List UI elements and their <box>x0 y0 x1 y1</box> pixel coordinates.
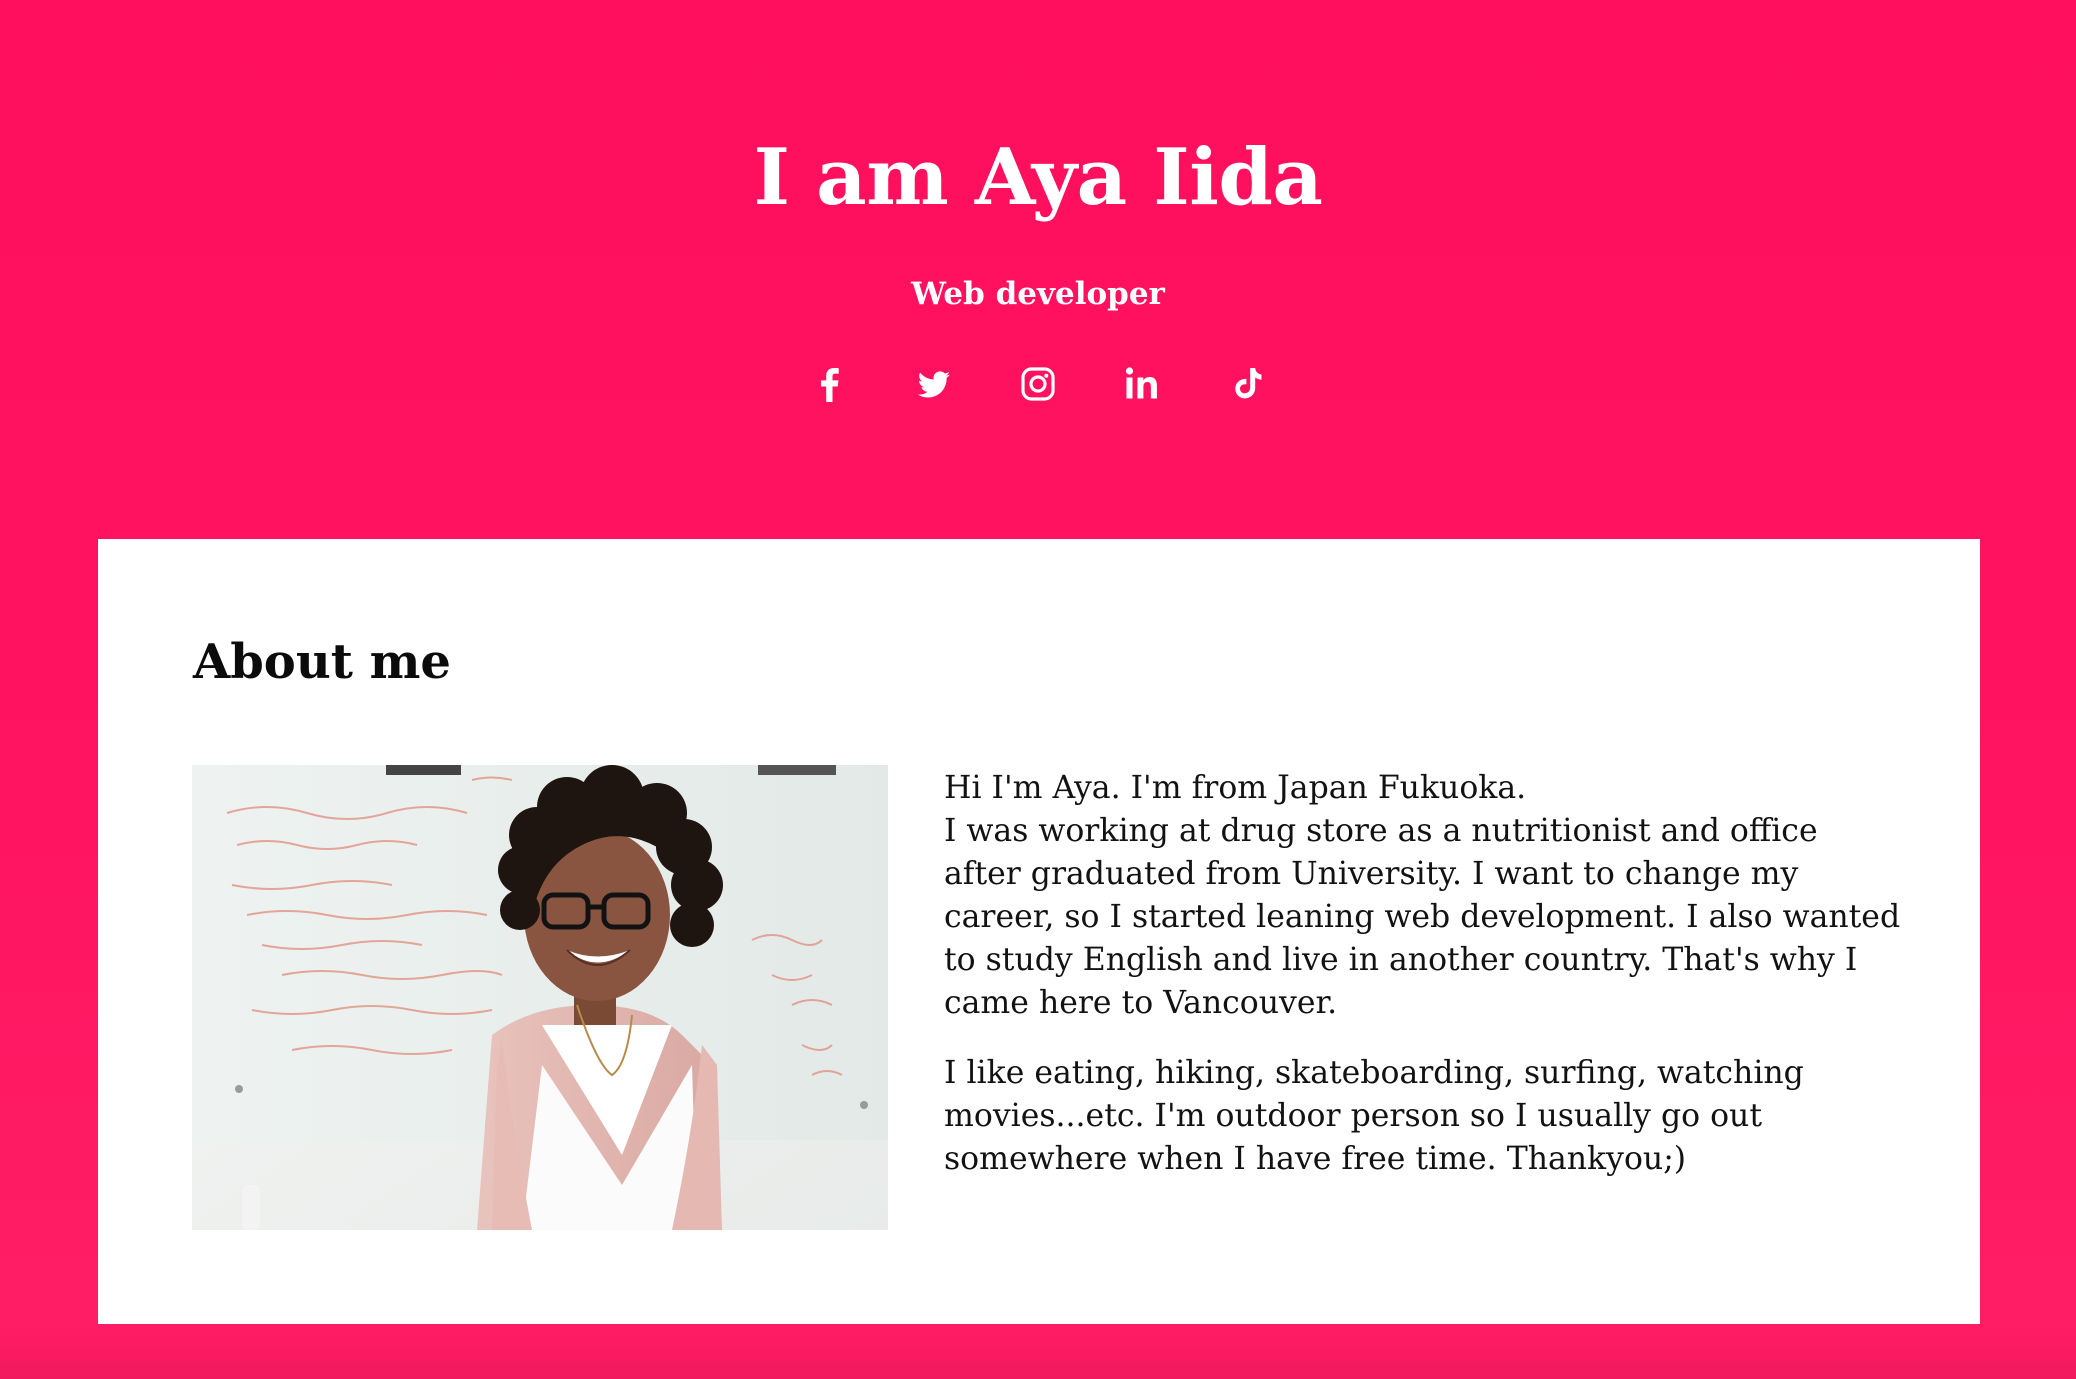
about-paragraph-1: Hi I'm Aya. I'm from Japan Fukuoka. I wa… <box>944 767 1904 1025</box>
tiktok-icon <box>1235 368 1262 399</box>
twitter-link[interactable] <box>908 358 960 410</box>
instagram-icon <box>1021 367 1055 401</box>
instagram-link[interactable] <box>1012 358 1064 410</box>
facebook-icon <box>821 368 839 402</box>
about-card: About me Hi I'm Aya. I'm from Japan Fuku… <box>98 539 1980 1324</box>
about-heading: About me <box>193 634 451 690</box>
profile-photo <box>192 765 888 1230</box>
about-career-text: I was working at drug store as a nutriti… <box>944 813 1901 1021</box>
hero-section: I am Aya Iida Web developer <box>0 0 2076 540</box>
twitter-icon <box>917 371 950 398</box>
about-paragraph-2: I like eating, hiking, skateboarding, su… <box>944 1055 1804 1177</box>
job-title: Web developer <box>911 276 1165 312</box>
about-intro-line: Hi I'm Aya. I'm from Japan Fukuoka. <box>944 770 1527 806</box>
linkedin-link[interactable] <box>1116 358 1168 410</box>
linkedin-icon <box>1125 367 1157 399</box>
page-title: I am Aya Iida <box>753 132 1323 223</box>
tiktok-link[interactable] <box>1220 358 1272 410</box>
social-links <box>0 358 2076 410</box>
page-footer-band <box>0 1328 2076 1379</box>
about-text: Hi I'm Aya. I'm from Japan Fukuoka. I wa… <box>944 767 1904 1208</box>
facebook-link[interactable] <box>804 358 856 410</box>
portrait-illustration <box>192 765 888 1230</box>
